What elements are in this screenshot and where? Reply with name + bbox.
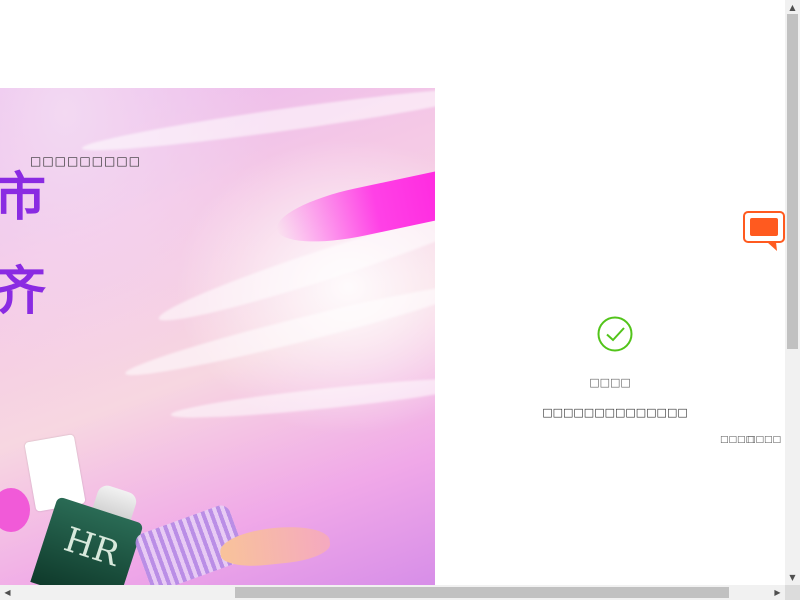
banner-headline-line1: 市 (0, 168, 47, 228)
product-pack-image (24, 434, 86, 512)
status-label: □□□□ (589, 376, 631, 389)
panel-title: □□□□□□□□□ (30, 154, 142, 168)
status-message: □□□□□□□□□□□□□□ (542, 406, 688, 419)
horizontal-scroll-thumb[interactable] (235, 587, 729, 598)
page-viewport: 市 齐 HR □□□□□□□□□ □□□□ □□□□□□□□□□□□□□ □□□… (0, 0, 785, 585)
product-bubble-image (0, 488, 30, 532)
check-circle-icon (597, 316, 633, 352)
scroll-right-arrow-icon[interactable]: ▶ (770, 585, 785, 600)
light-streak (169, 371, 435, 425)
vertical-scrollbar[interactable]: ▲ ▼ (785, 0, 800, 585)
horizontal-scrollbar[interactable]: ◀ ▶ (0, 585, 785, 600)
footer-link-2[interactable]: □□□□ (747, 435, 781, 445)
light-streak (80, 88, 435, 160)
scrollbar-corner (785, 585, 800, 600)
bottle-monogram: HR (59, 519, 125, 575)
scroll-left-arrow-icon[interactable]: ◀ (0, 585, 15, 600)
scroll-up-arrow-icon[interactable]: ▲ (785, 0, 800, 15)
chat-bubble-icon[interactable] (743, 211, 785, 253)
banner-headline-line2: 齐 (0, 262, 47, 322)
vertical-scroll-thumb[interactable] (787, 14, 798, 349)
scroll-down-arrow-icon[interactable]: ▼ (785, 570, 800, 585)
